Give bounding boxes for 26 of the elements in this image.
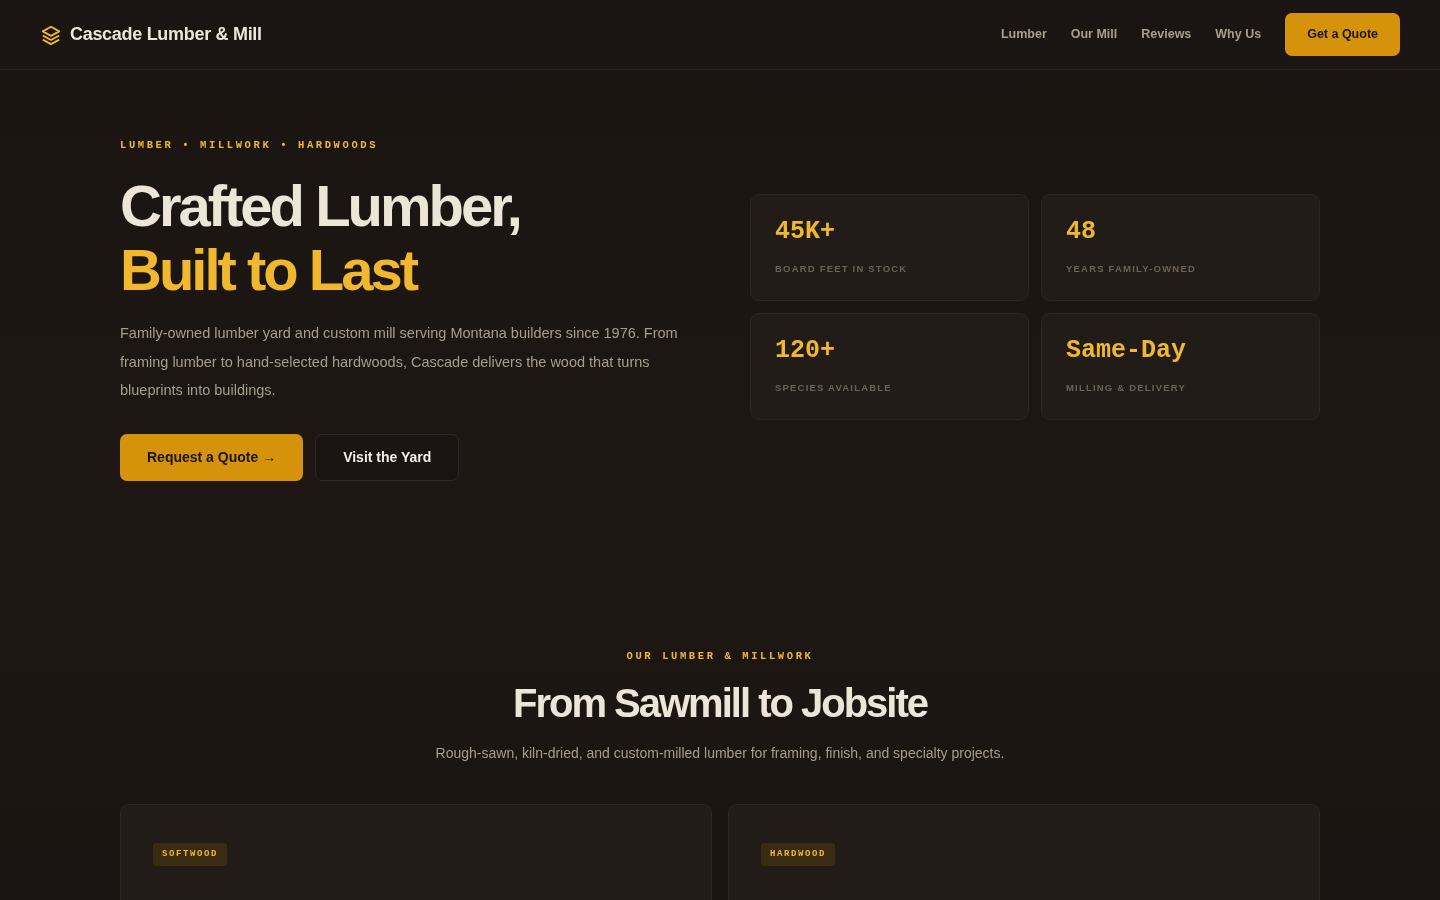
stat-label: MILLING & DELIVERY — [1066, 381, 1187, 395]
hero-title: Built to Last — [120, 237, 418, 302]
stat-value: Same-Day — [1066, 338, 1188, 363]
stat-value: 120+ — [775, 338, 836, 363]
nav-link[interactable]: Our Mill — [1070, 25, 1118, 44]
category-tag: HARDWOOD — [761, 842, 835, 867]
nav-link[interactable]: Lumber — [1000, 25, 1047, 44]
stat-label: YEARS FAMILY-OWNED — [1066, 262, 1197, 276]
hero-eyebrow: LUMBER • MILLWORK • HARDWOODS — [120, 138, 380, 153]
brand-name[interactable]: Cascade Lumber & Mill — [70, 21, 262, 48]
visit-yard-button[interactable]: Visit the Yard — [315, 434, 460, 482]
nav-link[interactable]: Why Us — [1215, 25, 1262, 44]
nav-link[interactable]: Reviews — [1141, 25, 1192, 44]
request-quote-button[interactable]: Request a Quote → — [120, 434, 304, 482]
stat-value: 48 — [1066, 219, 1097, 244]
section-title: From Sawmill to Jobsite — [511, 679, 929, 727]
stat-label: BOARD FEET IN STOCK — [775, 262, 909, 276]
stat-label: SPECIES AVAILABLE — [775, 381, 893, 395]
section-subtitle: Rough-sawn, kiln-dried, and custom-milled lumber for framing, finish, and specialty projects. — [434, 743, 1006, 763]
section-eyebrow: OUR LUMBER & MILLWORK — [625, 649, 815, 665]
hero-description: Family-owned lumber yard and custom mill serving Montana builders since 1976. From framing lumber to hand-selected hardwoods, Cascade delivers the wood that turns blueprints into buildings. — [120, 324, 679, 400]
category-tag: SOFTWOOD — [153, 842, 227, 867]
get-quote-button[interactable]: Get a Quote — [1285, 13, 1400, 56]
stacked-layers-icon — [40, 23, 62, 46]
hero-title: Crafted Lumber, — [120, 173, 521, 238]
stat-value: 45K+ — [775, 219, 836, 244]
